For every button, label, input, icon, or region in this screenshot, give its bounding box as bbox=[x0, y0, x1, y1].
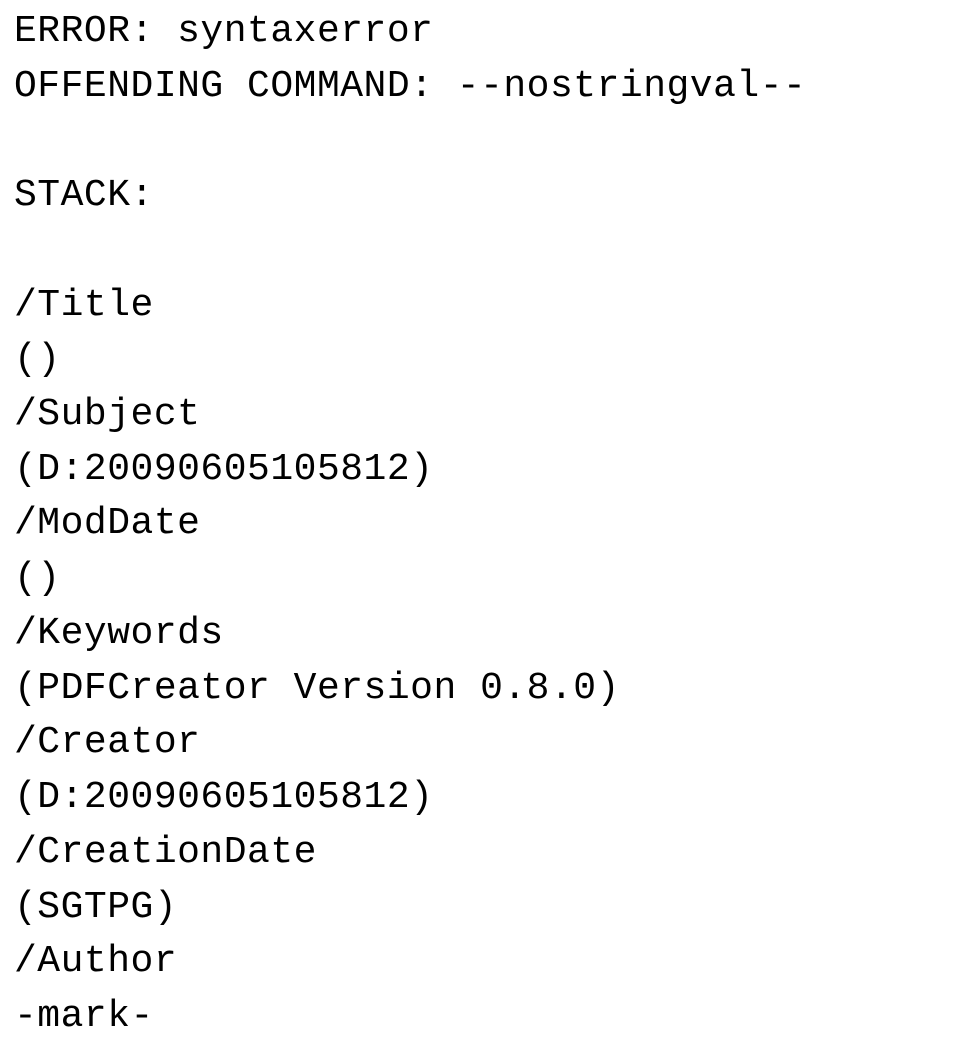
stack-entry-creator: /Creator bbox=[14, 716, 946, 771]
stack-entry-keywords: /Keywords bbox=[14, 607, 946, 662]
stack-entry-keywords-value: (PDFCreator Version 0.8.0) bbox=[14, 662, 946, 717]
stack-entry-creator-value: (D:20090605105812) bbox=[14, 771, 946, 826]
stack-entry-subject-value: (D:20090605105812) bbox=[14, 443, 946, 498]
offending-command-line: OFFENDING COMMAND: --nostringval-- bbox=[14, 60, 946, 115]
stack-header: STACK: bbox=[14, 169, 946, 224]
stack-entry-moddate-value: () bbox=[14, 552, 946, 607]
stack-entry-author: /Author bbox=[14, 935, 946, 990]
stack-entry-title: /Title bbox=[14, 279, 946, 334]
stack-entry-title-value: () bbox=[14, 333, 946, 388]
stack-entry-moddate: /ModDate bbox=[14, 497, 946, 552]
blank-line bbox=[14, 114, 946, 169]
blank-line bbox=[14, 224, 946, 279]
stack-entry-subject: /Subject bbox=[14, 388, 946, 443]
stack-entry-mark: -mark- bbox=[14, 990, 946, 1045]
error-line: ERROR: syntaxerror bbox=[14, 5, 946, 60]
stack-entry-creationdate-value: (SGTPG) bbox=[14, 881, 946, 936]
stack-entry-creationdate: /CreationDate bbox=[14, 826, 946, 881]
